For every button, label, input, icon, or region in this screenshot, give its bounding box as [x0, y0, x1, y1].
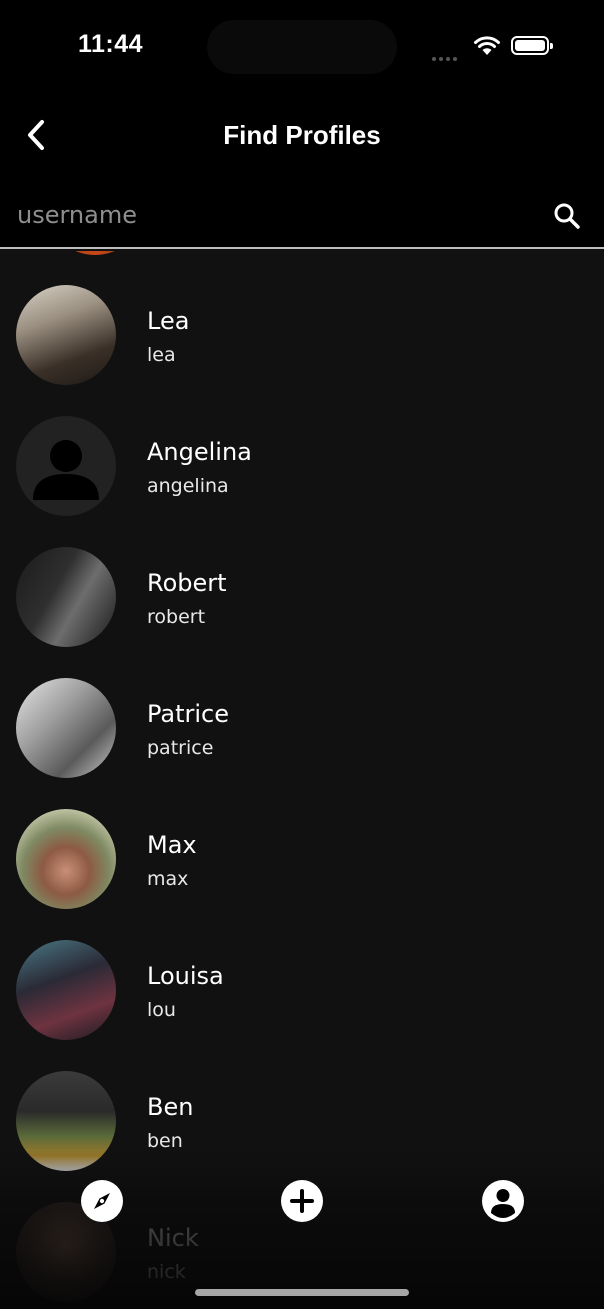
profile-name: Lea — [147, 307, 190, 335]
profile-username: nick — [147, 1261, 186, 1283]
profile-username: lea — [147, 344, 176, 366]
search-icon[interactable] — [552, 201, 582, 231]
profile-item-ben[interactable]: Ben ben — [0, 1037, 604, 1171]
profile-item-louisa[interactable]: Louisa lou — [0, 906, 604, 1040]
profile-name: Louisa — [147, 962, 224, 990]
compass-icon — [94, 1193, 110, 1209]
profile-username: max — [147, 868, 189, 890]
avatar — [16, 1071, 116, 1171]
home-indicator[interactable] — [195, 1289, 409, 1296]
profile-username: lou — [147, 999, 176, 1021]
avatar — [16, 547, 116, 647]
default-avatar-icon — [16, 416, 116, 516]
profile-username: angelina — [147, 475, 229, 497]
app-header: Find Profiles — [0, 90, 604, 180]
avatar — [16, 285, 116, 385]
profile-name: Max — [147, 831, 197, 859]
wifi-icon — [474, 36, 500, 55]
nav-profile-button[interactable] — [482, 1180, 524, 1222]
profile-item-patrice[interactable]: Patrice patrice — [0, 644, 604, 778]
search-input[interactable] — [15, 194, 539, 236]
profile-item-angelina[interactable]: Angelina angelina — [0, 382, 604, 516]
profile-name: Nick — [147, 1224, 199, 1252]
avatar — [16, 809, 116, 909]
page-title: Find Profiles — [223, 120, 381, 150]
profile-icon — [491, 1189, 515, 1218]
nav-add-button[interactable] — [281, 1180, 323, 1222]
profile-list[interactable]: Lea lea Angelina angelina Robert robert … — [0, 251, 604, 1309]
profile-item-max[interactable]: Max max — [0, 775, 604, 909]
avatar — [16, 678, 116, 778]
profile-item-robert[interactable]: Robert robert — [0, 513, 604, 647]
cellular-signal-icon — [432, 48, 464, 61]
profile-name: Robert — [147, 569, 227, 597]
avatar — [16, 940, 116, 1040]
dynamic-island — [207, 20, 397, 74]
battery-icon — [511, 36, 553, 55]
profile-username: robert — [147, 606, 206, 628]
profile-username: patrice — [147, 737, 214, 759]
profile-item-lea[interactable]: Lea lea — [0, 251, 604, 385]
status-bar: 11:44 — [0, 0, 604, 90]
profile-name: Ben — [147, 1093, 194, 1121]
profile-username: ben — [147, 1130, 183, 1152]
profile-name: Patrice — [147, 700, 230, 728]
search-bar — [0, 180, 604, 249]
profile-name: Angelina — [147, 438, 252, 466]
status-time: 11:44 — [78, 30, 144, 58]
plus-icon — [290, 1189, 314, 1213]
nav-explore-button[interactable] — [81, 1180, 123, 1222]
